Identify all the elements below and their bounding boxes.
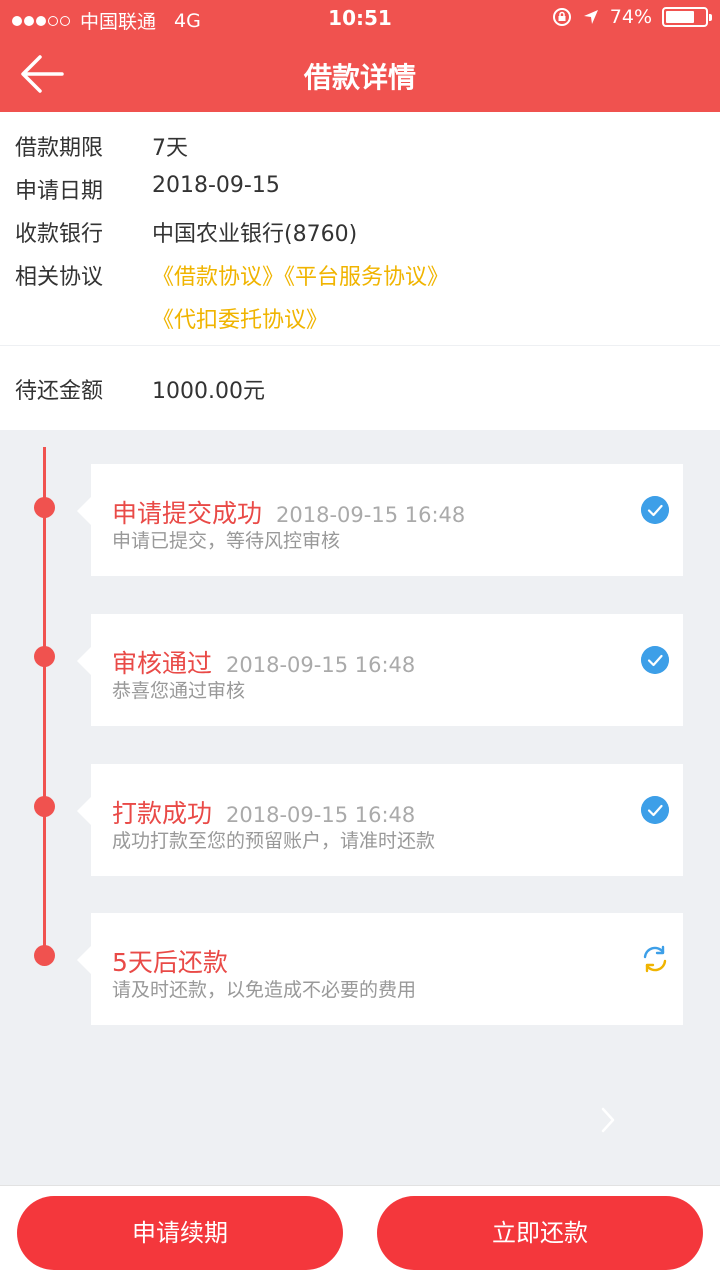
status-bar: 中国联通 4G 10:51 74% [0,0,720,38]
timeline-dot [34,646,55,667]
battery-percent: 74% [609,6,652,28]
status-right: 74% [552,6,712,28]
timeline-card-approved: 审核通过 2018-09-15 16:48 恭喜您通过审核 [77,614,683,726]
refresh-icon [643,945,667,973]
renew-button[interactable]: 申请续期 [17,1196,343,1270]
step-title-text: 申请提交成功 [112,499,263,528]
step-title: 申请提交成功 2018-09-15 16:48 [112,494,465,530]
agreements-label: 相关协议 [15,265,104,290]
page-title: 借款详情 [303,61,416,94]
loan-agreement-link[interactable]: 《借款协议》 [152,265,284,290]
bank-value: 中国农业银行(8760) [152,222,358,247]
check-circle-icon [641,796,669,824]
step-time: 2018-09-15 16:48 [226,653,416,677]
step-title-text: 打款成功 [112,799,213,828]
check-circle-icon [641,496,669,524]
step-title-text: 审核通过 [112,649,213,678]
timeline-dot [34,796,55,817]
date-label: 申请日期 [15,179,104,204]
step-description: 请及时还款，以免造成不必要的费用 [112,979,417,1001]
progress-timeline: 申请提交成功 2018-09-15 16:48 申请已提交，等待风控审核 审核通过… [0,430,720,1185]
step-description: 成功打款至您的预留账户，请准时还款 [112,830,436,852]
timeline-dot [34,945,55,966]
timeline-line [43,447,46,957]
withholding-agreement-link[interactable]: 《代扣委托协议》 [152,308,328,333]
repay-now-button[interactable]: 立即还款 [377,1196,703,1270]
amount-value: 1000.00元 [152,379,265,404]
rotation-lock-icon [552,8,571,26]
agreements-row-2: 《代扣委托协议》 [152,302,328,334]
step-time: 2018-09-15 16:48 [226,803,416,827]
nav-bar: 借款详情 [0,38,720,112]
location-arrow-icon [583,10,598,24]
battery-icon [662,7,712,27]
step-time: 2018-09-15 16:48 [276,503,466,527]
step-description: 申请已提交，等待风控审核 [112,530,341,552]
agreements-row-1: 《借款协议》《平台服务协议》 [152,259,449,291]
timeline-dot [34,497,55,518]
date-value: 2018-09-15 [152,173,280,198]
loan-info-section: 借款期限 7天 申请日期 2018-09-15 收款银行 中国农业银行(8760… [0,112,720,345]
timeline-card-repay: 5天后还款 请及时还款，以免造成不必要的费用 [77,913,683,1025]
timeline-card-disbursed: 打款成功 2018-09-15 16:48 成功打款至您的预留账户，请准时还款 [77,764,683,876]
step-description: 恭喜您通过审核 [112,680,246,702]
bank-label: 收款银行 [15,222,104,247]
step-title-text: 5天后还款 [112,948,228,977]
timeline-card-submitted: 申请提交成功 2018-09-15 16:48 申请已提交，等待风控审核 [77,464,683,576]
amount-label: 待还金额 [15,379,104,404]
term-value: 7天 [152,136,188,161]
bottom-action-bar: 申请续期 立即还款 [0,1185,720,1280]
amount-section: 待还金额 1000.00元 [0,346,720,430]
step-title: 打款成功 2018-09-15 16:48 [112,794,415,830]
step-title: 5天后还款 [112,943,228,979]
term-label: 借款期限 [15,136,104,161]
check-circle-icon [641,646,669,674]
step-title: 审核通过 2018-09-15 16:48 [112,644,415,680]
chevron-right-icon [601,1107,615,1133]
platform-service-agreement-link[interactable]: 《平台服务协议》 [284,265,449,290]
